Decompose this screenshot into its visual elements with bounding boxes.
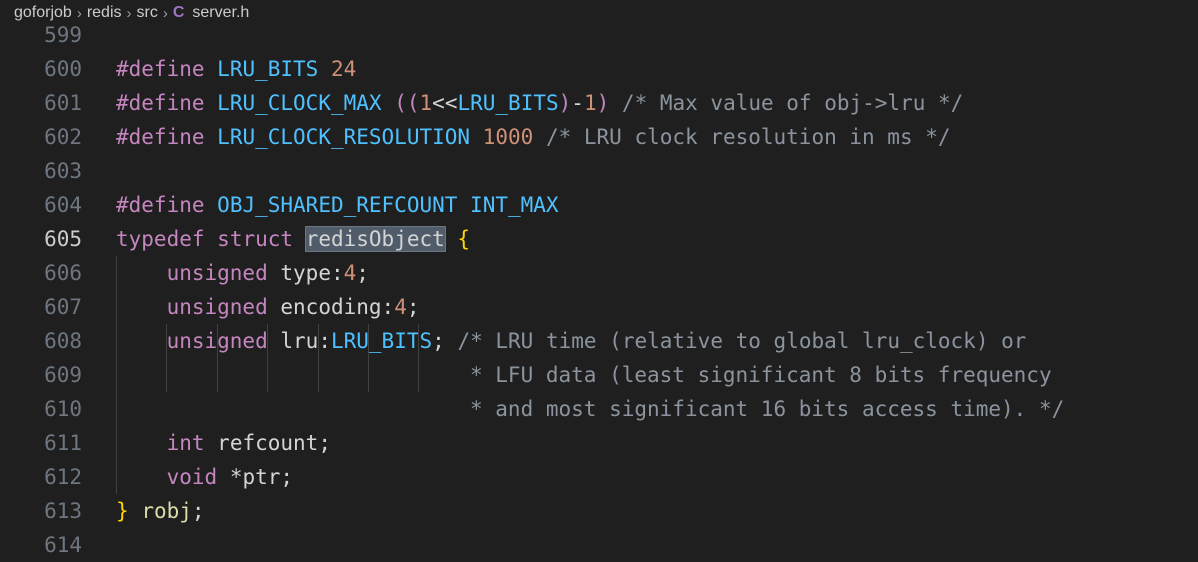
- line-number: 602: [44, 125, 82, 149]
- code-line[interactable]: 610 * and most significant 16 bits acces…: [0, 392, 1198, 426]
- indent-guide: [317, 324, 319, 392]
- code-line[interactable]: 609 * LFU data (least significant 8 bits…: [0, 358, 1198, 392]
- line-number: 607: [44, 295, 82, 319]
- line-number: 605: [44, 227, 82, 251]
- code-text: int refcount;: [166, 431, 331, 455]
- indent-guide: [267, 324, 269, 392]
- indent-guide: [116, 256, 117, 494]
- code-line[interactable]: 605 typedef struct redisObject {: [0, 222, 1198, 256]
- code-line[interactable]: 603: [0, 154, 1198, 188]
- code-text: * LFU data (least significant 8 bits fre…: [116, 363, 1052, 387]
- code-line[interactable]: 599: [0, 18, 1198, 52]
- line-number: 606: [44, 261, 82, 285]
- line-number: 610: [44, 397, 82, 421]
- code-line[interactable]: 611 int refcount;: [0, 426, 1198, 460]
- code-text: #define LRU_BITS 24: [116, 57, 357, 81]
- indent-guide: [216, 324, 218, 392]
- code-line[interactable]: 604 #define OBJ_SHARED_REFCOUNT INT_MAX: [0, 188, 1198, 222]
- code-text: * and most significant 16 bits access ti…: [116, 397, 1065, 421]
- code-line[interactable]: 606 unsigned type:4;: [0, 256, 1198, 290]
- line-number: 600: [44, 57, 82, 81]
- line-number: 599: [44, 23, 82, 47]
- code-text: void *ptr;: [166, 465, 294, 489]
- code-text: #define LRU_CLOCK_MAX ((1<<LRU_BITS)-1) …: [116, 91, 964, 115]
- code-line[interactable]: 608 unsigned lru:LRU_BITS; /* LRU time (…: [0, 324, 1198, 358]
- code-text: #define OBJ_SHARED_REFCOUNT INT_MAX: [116, 193, 559, 217]
- line-number: 612: [44, 465, 82, 489]
- indent-guide: [368, 324, 369, 392]
- code-line[interactable]: 601 #define LRU_CLOCK_MAX ((1<<LRU_BITS)-…: [0, 86, 1198, 120]
- code-text: typedef struct redisObject {: [116, 226, 471, 252]
- indent-guide: [418, 324, 420, 392]
- code-text: unsigned lru:LRU_BITS; /* LRU time (rela…: [166, 329, 1027, 353]
- line-number: 604: [44, 193, 82, 217]
- code-text: } robj;: [116, 499, 205, 523]
- line-number: 609: [44, 363, 82, 387]
- code-line[interactable]: 607 unsigned encoding:4;: [0, 290, 1198, 324]
- line-number: 608: [44, 329, 82, 353]
- line-number: 603: [44, 159, 82, 183]
- line-number: 601: [44, 91, 82, 115]
- line-number: 611: [44, 431, 82, 455]
- code-line[interactable]: 612 void *ptr;: [0, 460, 1198, 494]
- code-editor[interactable]: 599 600 #define LRU_BITS 24 601 #define LRU_…: [0, 18, 1198, 558]
- code-line[interactable]: 602 #define LRU_CLOCK_RESOLUTION 1000 /* …: [0, 120, 1198, 154]
- code-text: #define LRU_CLOCK_RESOLUTION 1000 /* LRU…: [116, 125, 951, 149]
- code-line[interactable]: 614: [0, 528, 1198, 562]
- line-number: 614: [44, 533, 82, 557]
- line-number: 613: [44, 499, 82, 523]
- indent-guide: [166, 324, 168, 392]
- code-line[interactable]: 600 #define LRU_BITS 24: [0, 52, 1198, 86]
- code-text: unsigned encoding:4;: [166, 295, 420, 319]
- code-line[interactable]: 613 } robj;: [0, 494, 1198, 528]
- code-text: unsigned type:4;: [166, 261, 369, 285]
